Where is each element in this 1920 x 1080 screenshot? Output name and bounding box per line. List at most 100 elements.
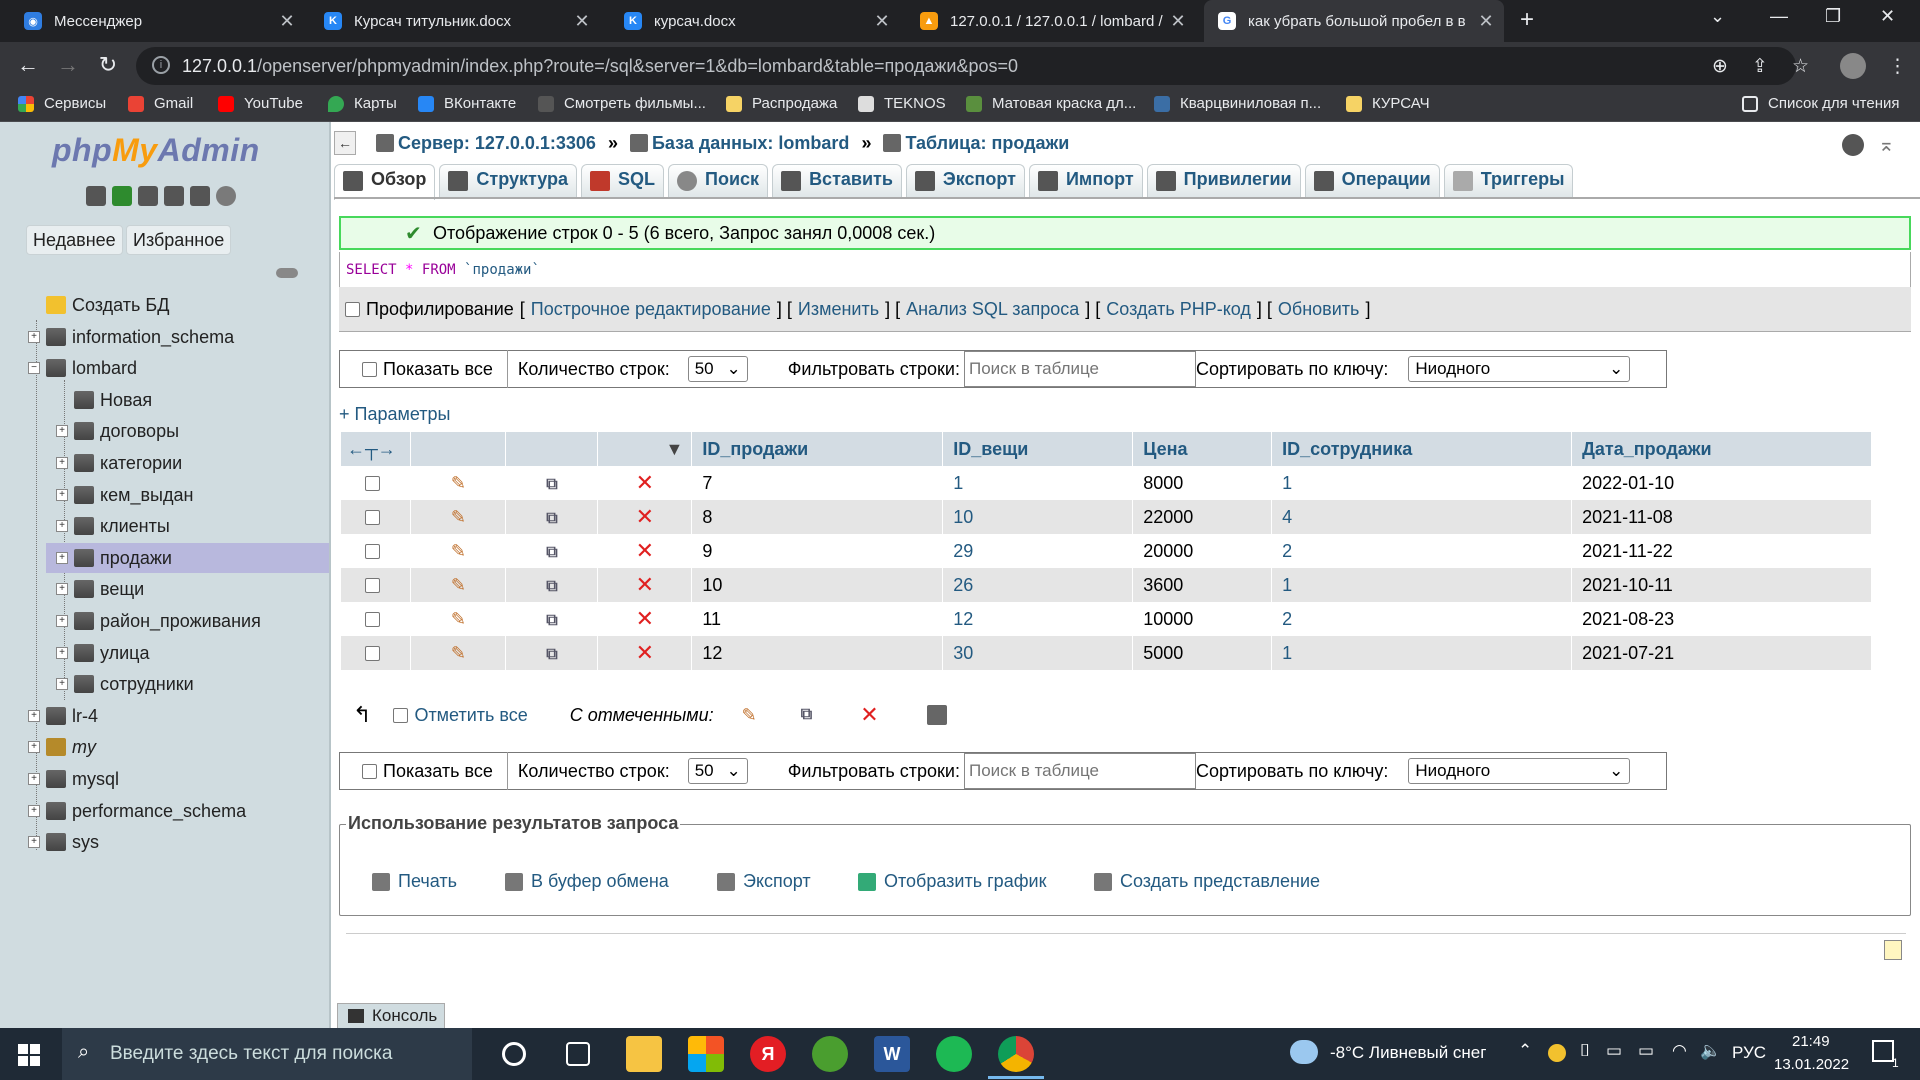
bookmark-films[interactable]: Смотреть фильмы...: [538, 95, 706, 112]
task-view-icon[interactable]: [566, 1042, 590, 1066]
settings-icon[interactable]: [190, 186, 210, 206]
bookmark-kursach[interactable]: КУРСАЧ: [1346, 95, 1430, 112]
copy-icon[interactable]: ⧉: [546, 612, 557, 629]
sort-select[interactable]: Ниодного ⌄: [1408, 356, 1631, 382]
tree-item[interactable]: + my: [28, 732, 96, 762]
console-button[interactable]: Консоль: [337, 1003, 445, 1029]
edit-link[interactable]: Изменить: [798, 299, 879, 320]
expand-icon[interactable]: +: [28, 773, 40, 785]
create-view-link[interactable]: Создать представление: [1094, 871, 1320, 892]
bookmark-gmail[interactable]: Gmail: [128, 95, 193, 112]
row-checkbox[interactable]: [365, 476, 381, 492]
volume-icon[interactable]: 🔈: [1700, 1041, 1721, 1061]
foreign-key-link[interactable]: 1: [1282, 643, 1292, 663]
share-icon[interactable]: ⇪: [1752, 55, 1768, 78]
breadcrumb-server[interactable]: Сервер: 127.0.0.1:3306: [398, 133, 596, 154]
expand-icon[interactable]: +: [56, 520, 68, 532]
reading-list[interactable]: Список для чтения: [1742, 95, 1900, 112]
tray-monitor-icon[interactable]: ▭: [1606, 1041, 1622, 1061]
collapse-top-icon[interactable]: ⌅: [1878, 132, 1895, 157]
create-php-code-link[interactable]: Создать PHP-код: [1106, 299, 1251, 320]
expand-icon[interactable]: +: [28, 836, 40, 848]
column-header[interactable]: ID_вещи: [942, 432, 1134, 466]
expand-icon[interactable]: +: [56, 489, 68, 501]
export-selected-icon[interactable]: [926, 705, 947, 725]
delete-icon[interactable]: ✕: [636, 470, 654, 495]
column-header[interactable]: Цена: [1132, 432, 1273, 466]
menu-icon[interactable]: ⋮: [1888, 55, 1907, 78]
tab-structure[interactable]: Структура: [439, 164, 578, 198]
show-all-checkbox[interactable]: [362, 763, 377, 779]
favorites-tab[interactable]: Избранное: [126, 225, 232, 255]
reload-nav-icon[interactable]: [216, 186, 236, 206]
sort-select[interactable]: Ниодного ⌄: [1408, 758, 1631, 784]
filter-input[interactable]: Поиск в таблице: [963, 351, 1196, 387]
delete-selected-icon[interactable]: ✕: [860, 702, 878, 728]
expand-icon[interactable]: +: [28, 805, 40, 817]
bookmark-teknos[interactable]: TEKNOS: [858, 95, 946, 112]
tree-item[interactable]: + договоры: [56, 416, 179, 446]
wifi-icon[interactable]: ◠: [1672, 1041, 1687, 1061]
rows-select[interactable]: 50 ⌄: [687, 758, 748, 784]
expand-icon[interactable]: +: [28, 710, 40, 722]
windows-start-icon[interactable]: [18, 1044, 40, 1066]
close-icon[interactable]: ✕: [1476, 11, 1496, 32]
column-resize-arrows[interactable]: ←┬→: [341, 432, 412, 466]
row-checkbox[interactable]: [365, 510, 381, 526]
tree-item[interactable]: + продажи: [46, 543, 329, 573]
tree-item[interactable]: + улица: [56, 638, 149, 668]
taskbar-search[interactable]: ⌕ Введите здесь текст для поиска: [62, 1028, 472, 1080]
copy-clipboard-link[interactable]: В буфер обмена: [505, 871, 669, 892]
tree-item[interactable]: Создать БД: [28, 290, 169, 320]
sort-options-icon[interactable]: ▼: [597, 432, 693, 466]
tree-item[interactable]: + сотрудники: [56, 669, 194, 699]
edit-icon[interactable]: ✎: [451, 507, 466, 527]
battery-icon[interactable]: ▭: [1638, 1041, 1654, 1061]
tree-item[interactable]: + вещи: [56, 574, 144, 604]
edit-icon[interactable]: ✎: [451, 643, 466, 663]
expand-icon[interactable]: +: [56, 425, 68, 437]
expand-icon[interactable]: +: [56, 457, 68, 469]
utorrent-icon[interactable]: [812, 1036, 848, 1072]
tab-operations[interactable]: Операции: [1304, 164, 1440, 198]
close-icon[interactable]: ✕: [277, 11, 297, 32]
delete-icon[interactable]: ✕: [636, 572, 654, 597]
foreign-key-link[interactable]: 29: [953, 541, 973, 561]
breadcrumb-table[interactable]: Таблица: продажи: [905, 133, 1069, 154]
tab-privileges[interactable]: Привилегии: [1146, 164, 1301, 198]
explain-sql-link[interactable]: Анализ SQL запроса: [906, 299, 1079, 320]
word-icon[interactable]: W: [874, 1036, 910, 1072]
docs-icon[interactable]: [164, 186, 184, 206]
tree-item[interactable]: Новая: [56, 385, 152, 415]
foreign-key-link[interactable]: 1: [1282, 575, 1292, 595]
profiling-checkbox[interactable]: [345, 301, 360, 317]
print-link[interactable]: Печать: [372, 871, 457, 892]
browser-tab[interactable]: K курсач.docx ✕: [610, 0, 900, 42]
column-header[interactable]: ID_продажи: [691, 432, 944, 466]
browser-tab[interactable]: ◉ Мессенджер ✕: [10, 0, 305, 42]
show-all-checkbox[interactable]: [362, 361, 377, 377]
tab-triggers[interactable]: Триггеры: [1443, 164, 1574, 198]
zoom-icon[interactable]: ⊕: [1712, 55, 1728, 78]
info-icon[interactable]: i: [152, 56, 170, 74]
browser-tab-active[interactable]: G как убрать большой пробел в в ✕: [1204, 0, 1504, 42]
delete-icon[interactable]: ✕: [636, 538, 654, 563]
collapse-icon[interactable]: −: [28, 362, 40, 374]
column-header[interactable]: ID_сотрудника: [1271, 432, 1573, 466]
tab-export[interactable]: Экспорт: [905, 164, 1025, 198]
refresh-link[interactable]: Обновить: [1278, 299, 1360, 320]
tree-item[interactable]: + кем_выдан: [56, 480, 193, 510]
new-tab-button[interactable]: +: [1520, 6, 1534, 34]
close-window-icon[interactable]: ✕: [1880, 6, 1895, 27]
foreign-key-link[interactable]: 2: [1282, 541, 1292, 561]
file-explorer-icon[interactable]: [626, 1036, 662, 1072]
close-icon[interactable]: ✕: [872, 11, 892, 32]
edit-selected-icon[interactable]: ✎: [742, 705, 757, 726]
link-icon[interactable]: [276, 268, 298, 278]
row-checkbox[interactable]: [365, 578, 381, 594]
tab-insert[interactable]: Вставить: [772, 164, 902, 198]
close-icon[interactable]: ✕: [572, 11, 592, 32]
delete-icon[interactable]: ✕: [636, 640, 654, 665]
profile-avatar[interactable]: [1840, 53, 1866, 79]
tree-item[interactable]: + lr-4: [28, 701, 98, 731]
